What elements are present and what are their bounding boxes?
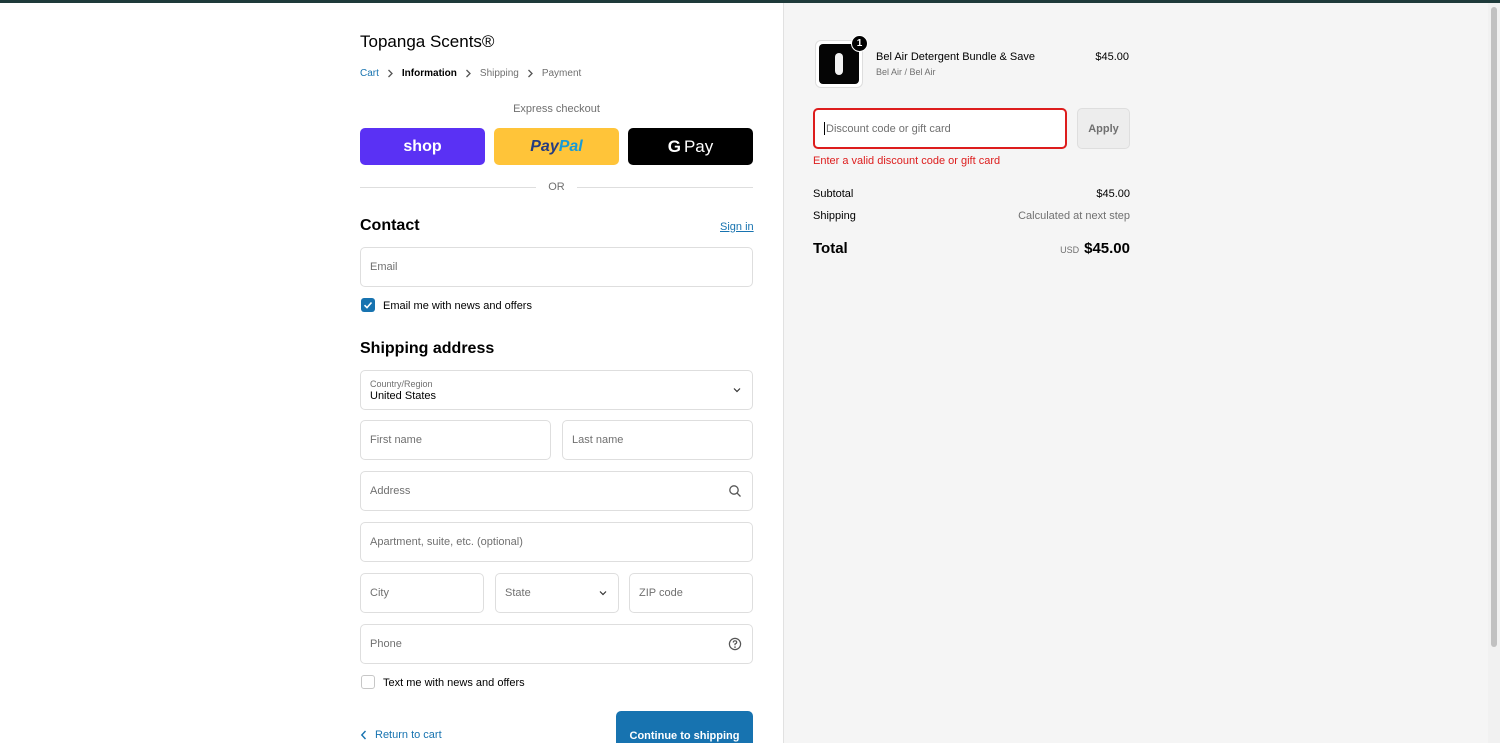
- zip-field[interactable]: ZIP code: [629, 573, 753, 613]
- product-variant: Bel Air / Bel Air: [876, 67, 936, 77]
- chevron-right-icon: [527, 69, 533, 78]
- continue-label: Continue to shipping: [629, 730, 740, 742]
- breadcrumb-payment: Payment: [541, 68, 582, 79]
- address-placeholder: Address: [370, 485, 411, 497]
- apartment-field[interactable]: Apartment, suite, etc. (optional): [360, 522, 753, 562]
- city-field[interactable]: City: [360, 573, 484, 613]
- product-bottle-shape: [835, 53, 843, 75]
- product-price: $45.00: [1095, 51, 1129, 63]
- subtotal-label: Subtotal: [813, 188, 854, 200]
- breadcrumb: Cart Information Shipping Payment: [360, 68, 581, 79]
- first-name-field[interactable]: First name: [360, 420, 551, 460]
- country-select[interactable]: Country/Region United States: [360, 370, 753, 410]
- divider-line: [360, 186, 537, 188]
- apartment-placeholder: Apartment, suite, etc. (optional): [370, 536, 523, 548]
- google-pay-button[interactable]: G Pay: [628, 128, 753, 165]
- zip-placeholder: ZIP code: [639, 587, 683, 599]
- breadcrumb-cart[interactable]: Cart: [360, 68, 379, 79]
- shop-pay-button[interactable]: shop: [360, 128, 485, 165]
- address-field[interactable]: Address: [360, 471, 753, 511]
- shipping-value: Calculated at next step: [1018, 210, 1130, 222]
- checkmark-icon: [363, 301, 373, 309]
- scrollbar-thumb[interactable]: [1491, 7, 1497, 647]
- shop-pay-label: shop: [403, 137, 442, 155]
- search-icon: [729, 485, 741, 497]
- chevron-down-icon: [733, 388, 741, 393]
- store-name[interactable]: Topanga Scents®: [360, 32, 494, 52]
- chevron-right-icon: [465, 69, 471, 78]
- shipping-label: Shipping: [813, 210, 856, 222]
- divider-line: [576, 186, 753, 188]
- last-name-field[interactable]: Last name: [562, 420, 753, 460]
- breadcrumb-shipping: Shipping: [479, 68, 519, 79]
- country-value: United States: [370, 389, 437, 402]
- country-label: Country/Region: [370, 378, 433, 389]
- or-divider: OR: [360, 180, 753, 194]
- express-checkout-label: Express checkout: [513, 103, 600, 115]
- chevron-down-icon: [599, 591, 607, 596]
- discount-error-message: Enter a valid discount code or gift card: [813, 155, 1001, 167]
- total-value: $45.00: [1084, 240, 1130, 257]
- return-to-cart-label: Return to cart: [375, 729, 442, 741]
- product-name: Bel Air Detergent Bundle & Save: [876, 51, 1035, 63]
- subtotal-value: $45.00: [1096, 188, 1130, 200]
- total-amount: USD $45.00: [980, 240, 1130, 257]
- or-label: OR: [548, 181, 565, 193]
- discount-code-input[interactable]: Discount code or gift card: [813, 108, 1067, 149]
- discount-placeholder: Discount code or gift card: [826, 122, 951, 135]
- text-news-checkbox[interactable]: [361, 675, 375, 689]
- page-scrollbar[interactable]: [1488, 3, 1500, 743]
- city-placeholder: City: [370, 587, 389, 599]
- continue-to-shipping-button[interactable]: Continue to shipping: [616, 711, 753, 743]
- text-news-label: Text me with news and offers: [383, 677, 525, 689]
- google-g-icon: G: [667, 136, 681, 156]
- email-field[interactable]: Email: [360, 247, 753, 287]
- last-name-placeholder: Last name: [572, 434, 624, 446]
- breadcrumb-information: Information: [401, 68, 457, 79]
- chevron-left-icon: [360, 730, 367, 740]
- paypal-button[interactable]: Pay Pal: [494, 128, 619, 165]
- state-placeholder: State: [505, 587, 531, 599]
- email-news-label: Email me with news and offers: [383, 300, 532, 312]
- phone-placeholder: Phone: [370, 638, 402, 650]
- google-pay-label: Pay: [683, 136, 714, 156]
- text-caret: [824, 122, 825, 135]
- shipping-address-title: Shipping address: [360, 340, 495, 357]
- apply-button[interactable]: Apply: [1077, 108, 1130, 149]
- phone-field[interactable]: Phone: [360, 624, 753, 664]
- paypal-label-a: Pay: [530, 137, 559, 155]
- return-to-cart-link[interactable]: Return to cart: [360, 729, 442, 741]
- sign-in-link[interactable]: Sign in: [720, 221, 754, 233]
- email-placeholder: Email: [370, 261, 398, 273]
- paypal-label-b: Pal: [558, 137, 583, 155]
- email-news-checkbox[interactable]: [361, 298, 375, 312]
- first-name-placeholder: First name: [370, 434, 422, 446]
- currency-code: USD: [1060, 245, 1080, 255]
- chevron-right-icon: [387, 69, 393, 78]
- quantity-badge: 1: [851, 35, 868, 52]
- help-icon[interactable]: [728, 637, 742, 651]
- contact-title: Contact: [360, 217, 420, 234]
- state-select[interactable]: State: [495, 573, 619, 613]
- total-label: Total: [813, 240, 848, 257]
